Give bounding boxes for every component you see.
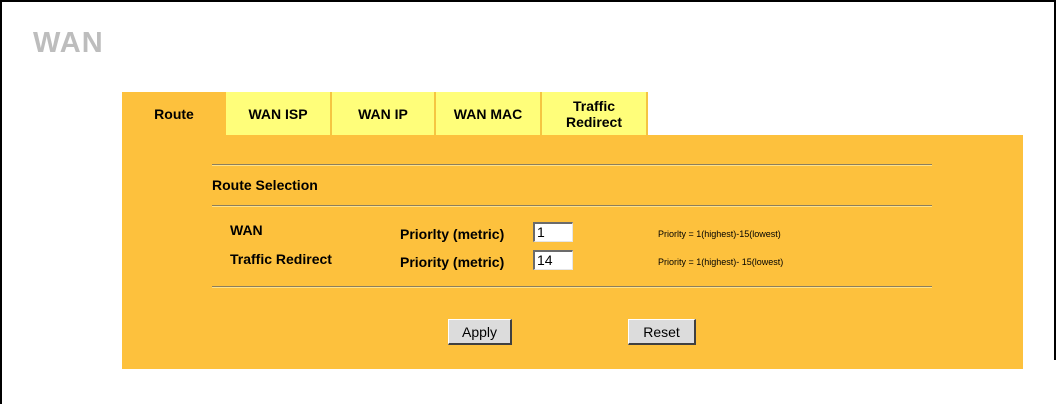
tab-traffic-redirect[interactable]: Traffic Redirect: [542, 92, 648, 135]
page-title: WAN: [33, 27, 104, 59]
priority-label-wan: Priorlty (metric): [400, 226, 505, 242]
section-title: Route Selection: [212, 177, 318, 193]
window-frame-top: [0, 0, 1056, 2]
route-panel: Route Selection WAN Priorlty (metric) 1 …: [122, 135, 1023, 369]
tab-route[interactable]: Route: [122, 92, 226, 135]
window-frame-left: [0, 0, 2, 404]
divider: [212, 286, 932, 288]
tab-wan-isp[interactable]: WAN ISP: [226, 92, 332, 135]
tab-wan-mac[interactable]: WAN MAC: [436, 92, 542, 135]
reset-button[interactable]: Reset: [628, 319, 696, 345]
row-label-wan: WAN: [230, 222, 263, 238]
priority-hint-traffic-redirect: Priority = 1(highest)- 15(lowest): [658, 257, 784, 267]
tab-wan-ip[interactable]: WAN IP: [332, 92, 436, 135]
divider: [212, 164, 932, 166]
priority-label-traffic-redirect: Priority (metric): [400, 254, 505, 270]
priority-hint-wan: Priorlty = 1(highest)-15(lowest): [658, 229, 781, 239]
row-label-traffic-redirect: Traffic Redirect: [230, 251, 332, 267]
divider: [212, 205, 932, 207]
traffic-redirect-priority-input[interactable]: 14: [533, 250, 573, 270]
apply-button[interactable]: Apply: [448, 319, 512, 345]
wan-priority-input[interactable]: 1: [533, 222, 573, 242]
